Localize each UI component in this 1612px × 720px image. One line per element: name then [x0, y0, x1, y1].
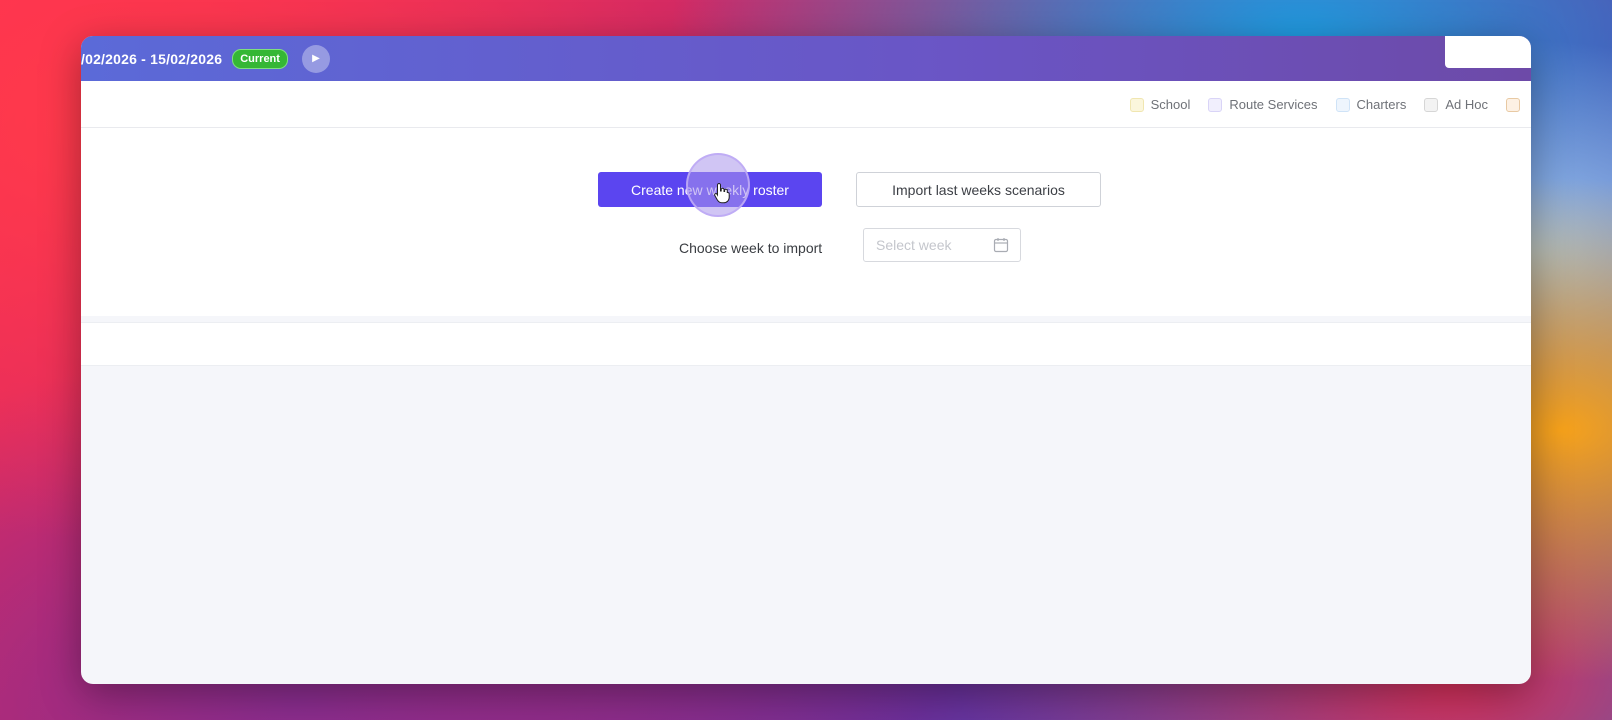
next-week-button[interactable]: ▶: [301, 44, 330, 73]
current-badge: Current: [232, 48, 288, 69]
week-date-range: /02/2026 - 15/02/2026: [81, 50, 223, 67]
legend-item-charters: Charters: [1335, 97, 1407, 112]
legend-bar: School Route Services Charters Ad Hoc: [81, 81, 1531, 128]
app-window: /02/2026 - 15/02/2026 Current ▶ School R…: [81, 36, 1531, 684]
legend-swatch: [1208, 97, 1223, 112]
legend-item-route-services: Route Services: [1208, 97, 1318, 112]
calendar-icon: [993, 238, 1009, 253]
import-last-weeks-button[interactable]: Import last weeks scenarios: [856, 172, 1101, 207]
roster-empty-panel: Create new weekly roster Import last wee…: [81, 128, 1531, 316]
caret-right-icon: ▶: [312, 53, 320, 64]
select-week-input[interactable]: Select week: [863, 228, 1021, 262]
roster-table-strip: [81, 322, 1531, 366]
legend-label: Route Services: [1229, 97, 1318, 112]
legend-item-school: School: [1129, 97, 1191, 112]
service-legend: School Route Services Charters Ad Hoc: [1129, 81, 1531, 128]
legend-label: Charters: [1356, 97, 1407, 112]
legend-item-partial: [1506, 97, 1527, 112]
legend-swatch: [1506, 97, 1520, 112]
top-right-panel[interactable]: [1445, 36, 1531, 68]
legend-item-ad-hoc: Ad Hoc: [1424, 97, 1488, 112]
legend-swatch: [1129, 97, 1144, 112]
choose-week-label: Choose week to import: [679, 240, 823, 256]
select-week-placeholder: Select week: [876, 237, 952, 253]
legend-label: School: [1150, 97, 1191, 112]
week-navigation-bar: /02/2026 - 15/02/2026 Current ▶: [81, 36, 1531, 81]
hand-cursor-icon: [714, 182, 730, 204]
legend-swatch: [1335, 97, 1350, 112]
legend-swatch: [1424, 97, 1439, 112]
legend-label: Ad Hoc: [1445, 97, 1488, 112]
